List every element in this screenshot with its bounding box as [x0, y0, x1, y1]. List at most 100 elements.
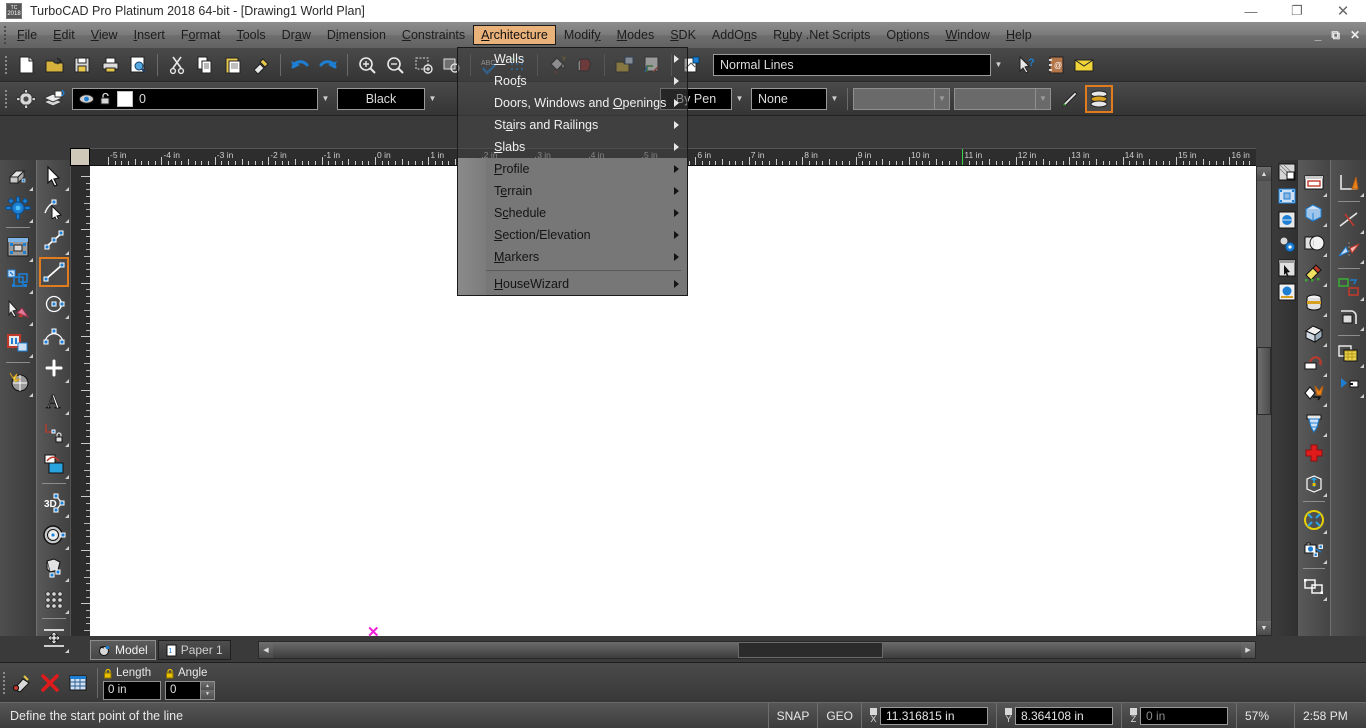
boolean-ops-icon[interactable]	[1301, 379, 1327, 407]
layer-dropdown-arrow[interactable]: ▼	[318, 88, 333, 110]
line-style-value[interactable]: Normal Lines	[713, 53, 991, 76]
arc-tool-icon[interactable]	[39, 321, 69, 351]
circle-tool-icon[interactable]	[39, 289, 69, 319]
line-style-combo[interactable]: Normal Lines ▼	[713, 53, 1006, 76]
gear-icon[interactable]	[12, 85, 40, 113]
screw-thread-icon[interactable]	[1301, 409, 1327, 437]
menu-draw[interactable]: Draw	[274, 25, 319, 45]
angle-spin-up[interactable]: ▲	[201, 681, 214, 690]
print-icon[interactable]	[96, 51, 124, 79]
copy-icon[interactable]	[191, 51, 219, 79]
menu-item-schedule[interactable]: Schedule	[458, 202, 687, 224]
extract-icon[interactable]	[1334, 370, 1364, 398]
coordinate-bar-grip[interactable]	[0, 666, 8, 700]
render-style-icon[interactable]	[1277, 209, 1297, 231]
hatch-value[interactable]: None	[751, 87, 827, 110]
text-tool-icon[interactable]: A	[39, 385, 69, 415]
format-painter-icon[interactable]	[247, 51, 275, 79]
node-select-icon[interactable]	[39, 193, 69, 223]
zoom-level[interactable]: 57%	[1236, 702, 1294, 728]
select-arrow-icon[interactable]	[39, 161, 69, 191]
3d-object-icon[interactable]: 3D	[39, 488, 69, 518]
cylinder-icon[interactable]	[1301, 289, 1327, 317]
menu-item-profile[interactable]: Profile	[458, 158, 687, 180]
menu-help[interactable]: Help	[998, 25, 1040, 45]
coordinate-x-value[interactable]: 11.316815 in	[880, 706, 988, 725]
scroll-right-button[interactable]: ▶	[1241, 642, 1255, 658]
empty-combo-1-arrow[interactable]: ▼	[935, 87, 950, 110]
pen-color-combo[interactable]: Black ▼	[337, 87, 440, 110]
mirror-icon[interactable]	[1334, 236, 1364, 264]
node-edit-icon[interactable]	[3, 264, 33, 294]
advanced-render-icon[interactable]	[1277, 281, 1297, 303]
menu-format[interactable]: Format	[173, 25, 229, 45]
menu-item-doors-windows-openings[interactable]: Doors, Windows and Openings	[458, 92, 687, 114]
standard-toolbar-grip[interactable]	[2, 50, 10, 80]
properties-toolbar-grip[interactable]	[2, 84, 10, 114]
print-preview-icon[interactable]	[124, 51, 152, 79]
empty-combo-2[interactable]: ▼	[954, 87, 1051, 110]
horizontal-scroll-thumb[interactable]	[738, 642, 883, 658]
menu-modes[interactable]: Modes	[609, 25, 663, 45]
finish-tool-icon[interactable]	[8, 669, 36, 697]
menu-options[interactable]: Options	[878, 25, 937, 45]
gear-blue-icon[interactable]	[3, 193, 33, 223]
angle-spin-down[interactable]: ▼	[201, 690, 214, 699]
menu-ruby-net-scripts[interactable]: Ruby .Net Scripts	[765, 25, 878, 45]
open-file-icon[interactable]	[40, 51, 68, 79]
new-file-icon[interactable]	[12, 51, 40, 79]
scroll-up-button[interactable]: ▲	[1257, 167, 1271, 181]
pattern-fill-icon[interactable]	[1334, 340, 1364, 368]
menu-file[interactable]: FFileile	[9, 25, 45, 45]
menu-sdk[interactable]: SDK	[662, 25, 704, 45]
line-tool-icon[interactable]	[38, 257, 69, 287]
table-insert-icon[interactable]	[1301, 169, 1327, 197]
mdi-restore-button[interactable]: ⧉	[1331, 28, 1340, 43]
status-snap[interactable]: SNAP	[767, 702, 818, 728]
vertical-scroll-thumb[interactable]	[1257, 347, 1271, 415]
layer-stack-icon[interactable]	[1085, 84, 1113, 113]
menu-item-roofs[interactable]: Roofs	[458, 70, 687, 92]
sheet-tab-model[interactable]: Model	[90, 640, 156, 660]
layer-combo[interactable]: 0 ▼	[72, 87, 333, 110]
pick-point-icon[interactable]	[3, 296, 33, 326]
menu-item-stairs-and-railings[interactable]: Stairs and Railings	[458, 114, 687, 136]
address-book-icon[interactable]: @	[1042, 51, 1070, 79]
cut-icon[interactable]	[163, 51, 191, 79]
linestyle-dropdown-arrow[interactable]: ▼	[732, 88, 747, 110]
menu-insert[interactable]: Insert	[126, 25, 173, 45]
menu-item-terrain[interactable]: Terrain	[458, 180, 687, 202]
vertical-ruler[interactable]	[70, 166, 90, 636]
sheet-tab-paper-1[interactable]: 1 Paper 1	[157, 640, 231, 660]
mdi-close-button[interactable]: ✕	[1350, 28, 1360, 42]
menu-constraints[interactable]: Constraints	[394, 25, 473, 45]
zoom-out-icon[interactable]	[381, 51, 409, 79]
select-group-icon[interactable]	[3, 232, 33, 262]
3d-sphere-icon[interactable]	[39, 520, 69, 550]
minimize-button[interactable]: —	[1228, 0, 1274, 22]
undo-extrude-icon[interactable]	[1301, 349, 1327, 377]
array-copy-icon[interactable]	[39, 584, 69, 614]
save-icon[interactable]	[68, 51, 96, 79]
solid-block-icon[interactable]	[1301, 319, 1327, 347]
sphere-render-icon[interactable]	[1301, 229, 1327, 257]
window-select-icon[interactable]	[1277, 257, 1297, 279]
offset-rect-icon[interactable]	[1334, 273, 1364, 301]
polyline-icon[interactable]	[39, 225, 69, 255]
copy-entity-icon[interactable]	[1301, 199, 1327, 227]
dimension-lock-icon[interactable]	[39, 417, 69, 447]
menu-edit[interactable]: Edit	[45, 25, 83, 45]
horizontal-scrollbar[interactable]: ◀ ▶	[258, 641, 1256, 659]
stretch-icon[interactable]	[39, 623, 69, 653]
menu-addons[interactable]: AddOns	[704, 25, 765, 45]
redo-icon[interactable]	[314, 51, 342, 79]
paste-icon[interactable]	[219, 51, 247, 79]
coordinate-z-value[interactable]: 0 in	[1140, 706, 1228, 725]
group-objects-icon[interactable]	[1301, 573, 1327, 601]
angle-spinner[interactable]: ▲ ▼	[201, 680, 215, 700]
cancel-tool-icon[interactable]	[36, 669, 64, 697]
menu-item-walls[interactable]: Walls	[458, 48, 687, 70]
mdi-minimize-button[interactable]: _	[1315, 28, 1322, 42]
menu-item-markers[interactable]: Markers	[458, 246, 687, 268]
empty-combo-1-value[interactable]	[853, 87, 935, 110]
